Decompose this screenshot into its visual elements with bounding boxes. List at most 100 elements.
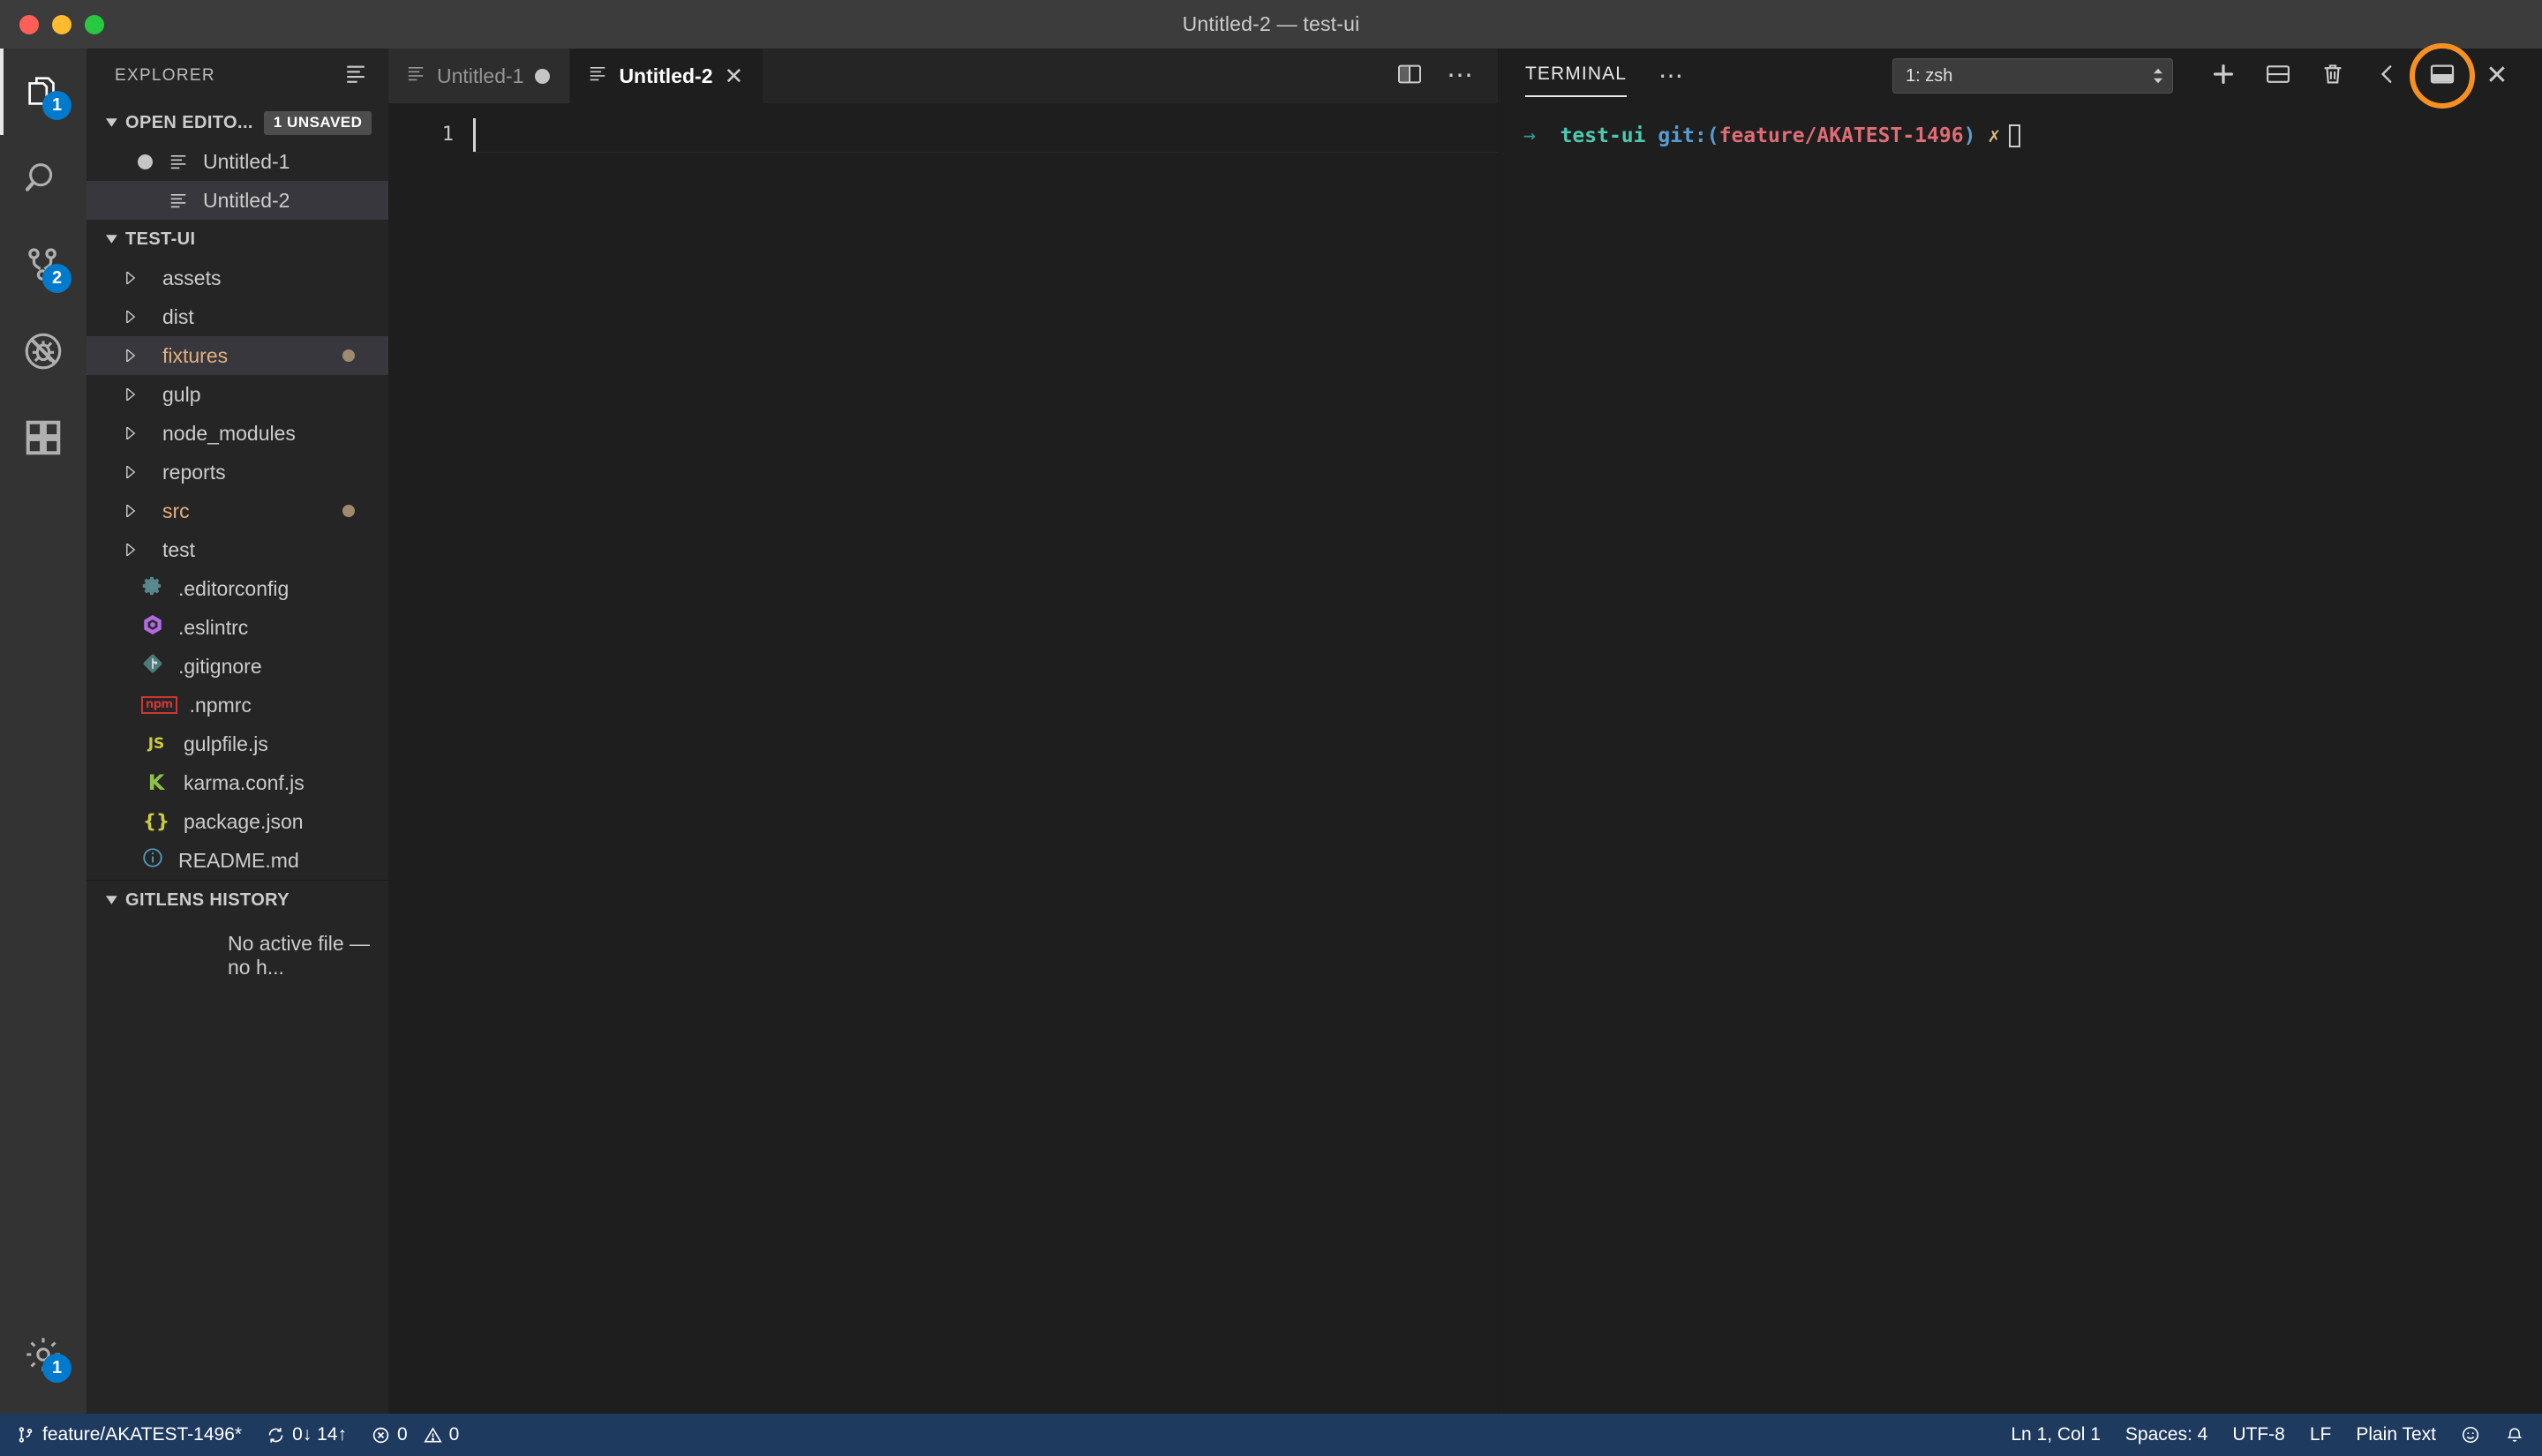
chevron-right-icon (118, 311, 143, 323)
chevron-right-icon (118, 349, 143, 362)
error-icon (372, 1426, 390, 1445)
editorconfig-gear-icon (141, 574, 164, 603)
tree-item-label: .eslintrc (178, 615, 249, 639)
chevron-right-icon (118, 505, 143, 517)
chevron-updown-icon (2151, 66, 2165, 86)
status-sync[interactable]: 0↓ 14↑ (254, 1414, 359, 1456)
section-header-folder[interactable]: TEST-UI (86, 220, 388, 259)
sidebar: EXPLORER OPEN EDITO... 1 UNSAVED Untitle… (86, 49, 388, 1414)
status-error-count: 0 (396, 1424, 408, 1445)
maximize-panel-icon (2428, 60, 2456, 93)
tree-item-gitignore[interactable]: .gitignore (86, 647, 388, 686)
terminal-output[interactable]: → test-ui git:( feature/AKATEST-1496 ) ✗ (1499, 103, 2542, 1414)
tree-item-label: package.json (184, 809, 304, 833)
git-diamond-icon (141, 652, 164, 680)
editor-content-area[interactable]: 1 (388, 103, 1498, 1414)
prompt-git-close: ) (1963, 124, 1976, 147)
npm-icon: npm (141, 696, 177, 714)
tree-item-src[interactable]: src (86, 492, 388, 530)
status-encoding[interactable]: UTF-8 (2220, 1414, 2298, 1456)
activity-item-source-control[interactable]: 2 (0, 221, 86, 308)
tree-item-assets[interactable]: assets (86, 259, 388, 297)
status-branch[interactable]: feature/AKATEST-1496* (0, 1414, 254, 1456)
trash-icon (2320, 61, 2346, 92)
tree-item-label: karma.conf.js (184, 770, 305, 794)
tree-item-npmrc[interactable]: npm .npmrc (86, 686, 388, 724)
tree-item-reports[interactable]: reports (86, 453, 388, 492)
activity-item-manage-settings[interactable]: 1 (0, 1311, 86, 1398)
chevron-right-icon (118, 388, 143, 401)
chevron-down-icon (101, 116, 125, 130)
status-eol-label: LF (2309, 1424, 2332, 1445)
json-braces-icon: {} (143, 811, 169, 832)
activity-item-explorer[interactable]: 1 (0, 49, 86, 135)
activity-item-debug[interactable] (0, 308, 86, 394)
terminal-prompt-line: → test-ui git:( feature/AKATEST-1496 ) ✗ (1523, 121, 2542, 151)
tab-dirty-indicator[interactable] (535, 68, 551, 84)
close-panel-button[interactable]: ✕ (2470, 49, 2524, 103)
panel-more-icon[interactable]: ⋯ (1658, 64, 1685, 88)
status-notifications[interactable] (2493, 1414, 2542, 1456)
prompt-branch: feature/AKATEST-1496 (1718, 124, 1964, 147)
status-feedback[interactable] (2448, 1414, 2493, 1456)
section-header-gitlens[interactable]: GITLENS HISTORY (86, 881, 388, 919)
tab-untitled-2[interactable]: Untitled-2 ✕ (570, 49, 764, 103)
sidebar-actions (344, 62, 367, 90)
close-icon[interactable]: ✕ (725, 64, 744, 87)
status-cursor-position[interactable]: Ln 1, Col 1 (1998, 1414, 2113, 1456)
sync-icon (267, 1426, 285, 1445)
ellipsis-icon[interactable]: ⋯ (1447, 63, 1473, 89)
text-file-icon (588, 64, 607, 88)
prompt-arrow: → (1523, 124, 1536, 147)
tree-item-gulp[interactable]: gulp (86, 375, 388, 414)
tree-item-gulpfile-js[interactable]: JS gulpfile.js (86, 724, 388, 763)
activity-item-search[interactable] (0, 135, 86, 221)
tree-item-label: fixtures (162, 343, 229, 367)
tree-item-label: gulp (162, 382, 201, 406)
tree-item-node-modules[interactable]: node_modules (86, 414, 388, 453)
open-editors-actions-icon[interactable] (344, 62, 367, 90)
kill-terminal-button[interactable] (2305, 49, 2360, 103)
tree-item-label: .npmrc (189, 693, 252, 717)
tree-item-editorconfig[interactable]: .editorconfig (86, 569, 388, 608)
tab-untitled-1[interactable]: Untitled-1 (388, 49, 571, 103)
editor-text[interactable] (473, 103, 1498, 1414)
chevron-down-icon (101, 893, 125, 907)
javascript-icon: JS (147, 735, 165, 753)
panel-previous-button[interactable] (2360, 49, 2415, 103)
current-line-highlight (473, 152, 1498, 153)
split-editor-icon[interactable] (1395, 60, 1424, 93)
tree-item-eslintrc[interactable]: .eslintrc (86, 608, 388, 647)
status-problems[interactable]: 0 0 (359, 1414, 471, 1456)
terminal-selector-value: 1: zsh (1906, 65, 1953, 86)
tab-label: Untitled-2 (619, 64, 713, 87)
tree-item-package-json[interactable]: {} package.json (86, 802, 388, 841)
status-eol[interactable]: LF (2298, 1414, 2344, 1456)
tab-label: Untitled-1 (437, 64, 524, 87)
tree-item-test[interactable]: test (86, 530, 388, 569)
tree-item-label: .editorconfig (178, 576, 290, 600)
new-terminal-button[interactable] (2196, 49, 2251, 103)
terminal-selector-dropdown[interactable]: 1: zsh (1892, 58, 2173, 94)
split-terminal-button[interactable] (2251, 49, 2305, 103)
dirty-indicator[interactable] (127, 154, 162, 169)
open-editor-item-untitled-1[interactable]: Untitled-1 (86, 142, 388, 181)
tree-item-fixtures[interactable]: fixtures (86, 336, 388, 375)
tree-item-readme-md[interactable]: README.md (86, 841, 388, 880)
status-language-mode[interactable]: Plain Text (2343, 1414, 2448, 1456)
status-encoding-label: UTF-8 (2232, 1424, 2285, 1445)
activity-item-extensions[interactable] (0, 394, 86, 481)
status-indentation[interactable]: Spaces: 4 (2113, 1414, 2220, 1456)
prompt-dirty-marker: ✗ (1988, 124, 2001, 147)
tree-item-label: gulpfile.js (184, 732, 268, 755)
tree-item-karma-conf-js[interactable]: K karma.conf.js (86, 763, 388, 802)
tab-terminal[interactable]: TERMINAL (1525, 64, 1627, 97)
open-editor-item-untitled-2[interactable]: Untitled-2 (86, 181, 388, 220)
window-title: Untitled-2 — test-ui (1182, 12, 1360, 35)
line-number-gutter: 1 (388, 103, 473, 1414)
maximize-panel-button[interactable] (2410, 43, 2475, 109)
tree-item-label: .gitignore (178, 654, 262, 678)
section-header-open-editors[interactable]: OPEN EDITO... 1 UNSAVED (86, 103, 388, 142)
tree-item-dist[interactable]: dist (86, 297, 388, 336)
panel-actions: 1: zsh ✕ (1892, 43, 2542, 109)
